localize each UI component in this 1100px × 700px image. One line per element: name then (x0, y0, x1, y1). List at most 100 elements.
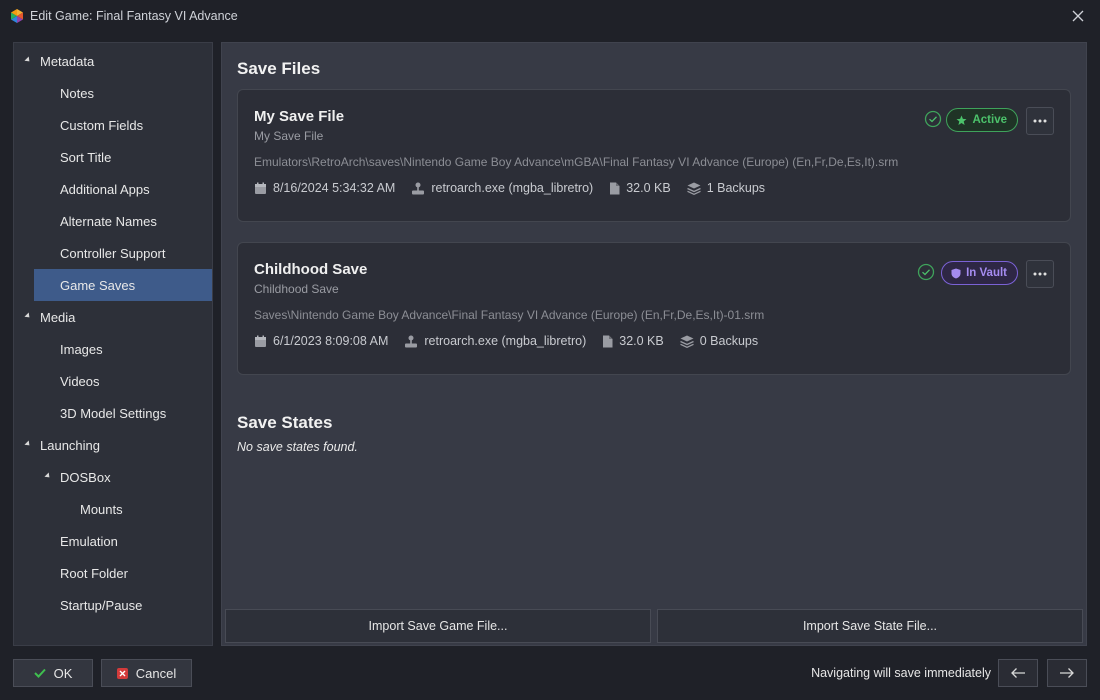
save-size-text: 32.0 KB (619, 334, 664, 348)
layers-icon (686, 182, 701, 195)
save-size: 32.0 KB (602, 334, 664, 348)
sidebar-item-launching[interactable]: Launching (14, 429, 212, 461)
cancel-button-label: Cancel (135, 665, 177, 681)
sidebar-item-root-folder[interactable]: Root Folder (14, 557, 212, 589)
sidebar-item-dosbox[interactable]: DOSBox (14, 461, 212, 493)
sidebar-item-mounts[interactable]: Mounts (14, 493, 212, 525)
expanded-arrow-icon[interactable] (24, 312, 32, 320)
status-badge: Active (946, 108, 1018, 132)
sidebar-item-media[interactable]: Media (14, 301, 212, 333)
sidebar-item-label: Additional Apps (60, 181, 150, 197)
arrow-left-icon (1011, 668, 1025, 678)
save-backups: 1 Backups (686, 181, 766, 195)
save-date: 8/16/2024 5:34:32 AM (254, 181, 395, 195)
sidebar: Metadata Notes Custom Fields Sort Title … (13, 42, 213, 646)
cancel-x-icon (116, 667, 128, 679)
save-card[interactable]: Childhood Save Childhood Save Saves\Nint… (237, 242, 1071, 375)
sidebar-item-startup-pause[interactable]: Startup/Pause (14, 589, 212, 621)
save-backups-text: 1 Backups (706, 181, 766, 195)
app-logo-icon (11, 9, 23, 23)
ok-button-label: OK (53, 665, 73, 681)
sidebar-item-alternate-names[interactable]: Alternate Names (14, 205, 212, 237)
save-size: 32.0 KB (609, 181, 671, 195)
arrow-right-icon (1060, 668, 1074, 678)
sidebar-item-label: Controller Support (60, 245, 166, 261)
sidebar-item-label: 3D Model Settings (60, 405, 167, 421)
save-states-heading: Save States (237, 413, 333, 432)
expanded-arrow-icon[interactable] (44, 472, 52, 480)
save-emulator: retroarch.exe (mgba_libretro) (411, 181, 593, 195)
sidebar-item-sort-title[interactable]: Sort Title (14, 141, 212, 173)
sidebar-item-label: DOSBox (60, 469, 111, 485)
sidebar-item-notes[interactable]: Notes (14, 77, 212, 109)
save-card[interactable]: My Save File My Save File Emulators\Retr… (237, 89, 1071, 222)
status-badge-label: In Vault (966, 267, 1007, 279)
save-title: My Save File (254, 108, 345, 125)
status-badge: In Vault (941, 261, 1018, 285)
sidebar-item-label: Alternate Names (60, 213, 157, 229)
sidebar-item-label: Startup/Pause (60, 597, 143, 613)
file-icon (610, 182, 620, 194)
more-options-button[interactable] (1026, 260, 1054, 288)
sidebar-item-label: Sort Title (60, 149, 112, 165)
save-subtitle: Childhood Save (254, 282, 339, 296)
save-path: Emulators\RetroArch\saves\Nintendo Game … (254, 155, 899, 169)
more-options-button[interactable] (1026, 107, 1054, 135)
joystick-icon (405, 335, 418, 347)
save-backups: 0 Backups (679, 334, 759, 348)
sidebar-item-label: Media (40, 309, 76, 325)
joystick-icon (412, 182, 425, 194)
close-icon[interactable] (1070, 8, 1086, 24)
window-title: Edit Game: Final Fantasy VI Advance (30, 9, 238, 23)
save-subtitle: My Save File (254, 129, 324, 143)
ok-button[interactable]: OK (13, 659, 93, 687)
sidebar-item-metadata[interactable]: Metadata (14, 45, 212, 77)
sidebar-item-additional-apps[interactable]: Additional Apps (14, 173, 212, 205)
save-backups-text: 0 Backups (699, 334, 759, 348)
sidebar-item-label: Emulation (60, 533, 118, 549)
previous-button[interactable] (998, 659, 1038, 687)
status-badge-label: Active (972, 114, 1007, 126)
save-date-text: 6/1/2023 8:09:08 AM (273, 334, 389, 348)
next-button[interactable] (1047, 659, 1087, 687)
sidebar-item-label: Launching (40, 437, 100, 453)
calendar-icon (255, 335, 266, 347)
import-save-state-button[interactable]: Import Save State File... (657, 609, 1083, 643)
save-path: Saves\Nintendo Game Boy Advance\Final Fa… (254, 308, 765, 322)
sidebar-item-controller-support[interactable]: Controller Support (14, 237, 212, 269)
sidebar-item-label: Metadata (40, 53, 95, 69)
sidebar-item-label: Images (60, 341, 103, 357)
cancel-button[interactable]: Cancel (101, 659, 192, 687)
star-icon (956, 115, 967, 125)
save-emulator-text: retroarch.exe (mgba_libretro) (424, 334, 587, 348)
expanded-arrow-icon[interactable] (24, 56, 32, 64)
save-size-text: 32.0 KB (626, 181, 671, 195)
expanded-arrow-icon[interactable] (24, 440, 32, 448)
save-files-heading: Save Files (237, 59, 321, 78)
check-circle-icon (917, 263, 935, 281)
sidebar-item-3d-model-settings[interactable]: 3D Model Settings (14, 397, 212, 429)
calendar-icon (255, 182, 266, 194)
checkmark-icon (33, 668, 46, 678)
file-icon (603, 335, 613, 347)
more-icon (1033, 272, 1047, 276)
sidebar-item-custom-fields[interactable]: Custom Fields (14, 109, 212, 141)
sidebar-item-label: Game Saves (60, 277, 136, 293)
import-save-game-button[interactable]: Import Save Game File... (225, 609, 651, 643)
title-bar: Edit Game: Final Fantasy VI Advance (0, 0, 1100, 32)
navigation-note: Navigating will save immediately (811, 666, 991, 680)
save-title: Childhood Save (254, 261, 368, 278)
more-icon (1033, 119, 1047, 123)
sidebar-item-game-saves[interactable]: Game Saves (34, 269, 212, 301)
save-emulator: retroarch.exe (mgba_libretro) (404, 334, 586, 348)
sidebar-item-videos[interactable]: Videos (14, 365, 212, 397)
save-emulator-text: retroarch.exe (mgba_libretro) (431, 181, 594, 195)
sidebar-item-label: Notes (60, 85, 94, 101)
main-panel: Save Files My Save File My Save File Emu… (221, 42, 1087, 646)
sidebar-item-label: Root Folder (60, 565, 128, 581)
sidebar-item-label: Mounts (80, 501, 123, 517)
sidebar-item-emulation[interactable]: Emulation (14, 525, 212, 557)
save-states-empty-message: No save states found. (237, 440, 358, 454)
sidebar-item-images[interactable]: Images (14, 333, 212, 365)
layers-icon (679, 335, 694, 348)
